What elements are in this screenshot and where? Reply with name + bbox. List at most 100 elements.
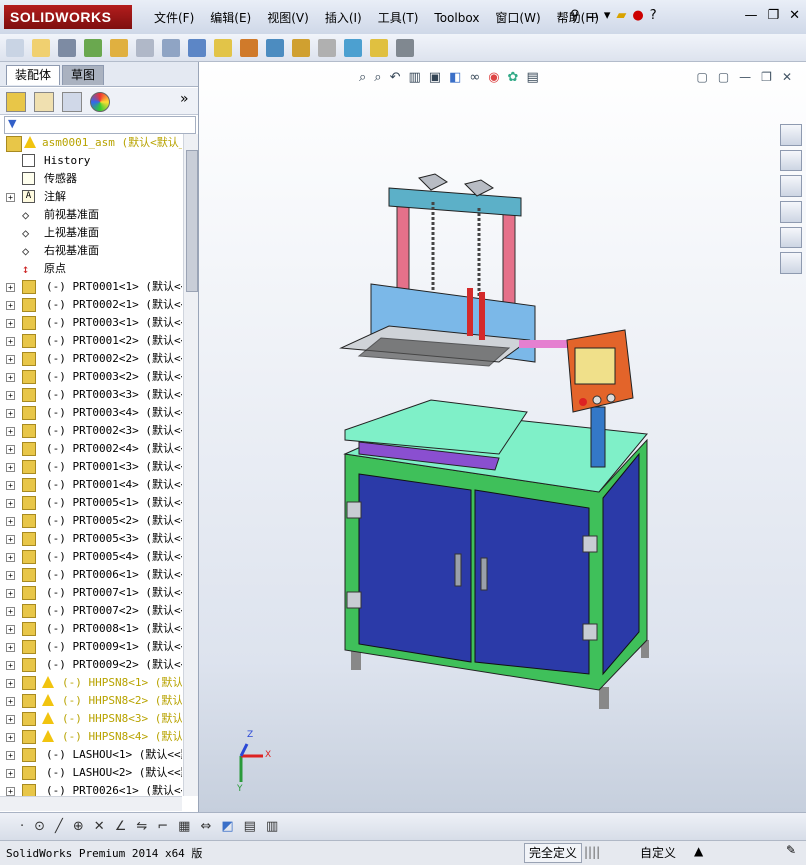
tree-item-component[interactable]: + (-) PRT0005<2> (默认<< xyxy=(0,512,182,530)
tree-vertical-scrollbar[interactable] xyxy=(183,134,198,796)
corner-icon[interactable]: ⌐ xyxy=(157,819,168,834)
expand-icon[interactable]: + xyxy=(6,769,15,778)
menu-toolbox[interactable]: Toolbox xyxy=(426,8,487,28)
expand-icon[interactable]: + xyxy=(6,319,15,328)
solidworks-resources-icon[interactable] xyxy=(780,124,802,146)
table-icon[interactable]: ▤ xyxy=(244,819,256,834)
bill-of-materials-icon[interactable] xyxy=(266,38,284,57)
angle-icon[interactable]: ∠ xyxy=(115,819,127,834)
display-manager-icon[interactable] xyxy=(90,92,110,112)
tree-item-component[interactable]: + (-) HHPSN8<3> (默认< xyxy=(0,710,182,728)
line-icon[interactable]: ╱ xyxy=(55,819,63,834)
tree-item-component[interactable]: + (-) PRT0003<4> (默认<< xyxy=(0,404,182,422)
expand-icon[interactable]: + xyxy=(6,445,15,454)
property-manager-icon[interactable] xyxy=(34,92,54,112)
dimension-icon[interactable]: ⇔ xyxy=(200,819,211,834)
help-icon[interactable]: ? xyxy=(650,8,657,23)
smart-fasteners-icon[interactable] xyxy=(110,38,128,57)
tree-horizontal-scrollbar[interactable] xyxy=(0,796,182,811)
exploded-view-icon[interactable] xyxy=(292,38,310,57)
expand-icon[interactable]: + xyxy=(6,427,15,436)
expand-icon[interactable]: + xyxy=(6,661,15,670)
close-icon[interactable]: ✕ xyxy=(789,8,800,23)
expand-icon[interactable]: + xyxy=(6,301,15,310)
new-document-icon[interactable]: ▭ xyxy=(586,8,598,23)
menu-edit[interactable]: 编辑(E) xyxy=(202,8,259,28)
expand-icon[interactable]: + xyxy=(6,391,15,400)
open-folder-icon[interactable]: ▰ xyxy=(616,8,626,23)
file-explorer-icon[interactable] xyxy=(780,175,802,198)
tab-sketch[interactable]: 草图 xyxy=(62,65,105,85)
tree-item-component[interactable]: + (-) PRT0003<3> (默认<< xyxy=(0,386,182,404)
mirror-icon[interactable]: ⇋ xyxy=(136,819,147,834)
expand-icon[interactable]: + xyxy=(6,643,15,652)
expand-icon[interactable]: + xyxy=(6,481,15,490)
expand-icon[interactable]: + xyxy=(6,733,15,742)
tree-item-component[interactable]: + (-) PRT0005<1> (默认<< xyxy=(0,494,182,512)
linear-pattern-icon[interactable] xyxy=(84,38,102,57)
grid-icon[interactable]: ▦ xyxy=(178,819,190,834)
open-icon[interactable]: ▾ xyxy=(604,8,611,23)
expand-icon[interactable]: + xyxy=(6,571,15,580)
tree-item-component[interactable]: + (-) HHPSN8<1> (默认< xyxy=(0,674,182,692)
view-palette-icon[interactable] xyxy=(780,201,802,223)
expand-icon[interactable]: + xyxy=(6,787,15,796)
tree-item-sensors[interactable]: 传感器 xyxy=(0,170,182,188)
tree-item-annotations[interactable]: + A 注解 xyxy=(0,188,182,206)
menu-insert[interactable]: 插入(I) xyxy=(317,8,370,28)
tree-item-component[interactable]: + (-) PRT0007<1> (默认<< xyxy=(0,584,182,602)
configuration-manager-icon[interactable] xyxy=(62,92,82,112)
custom-properties-icon[interactable] xyxy=(780,252,802,275)
expand-icon[interactable]: + xyxy=(6,337,15,346)
status-expand-icon[interactable]: ▲ xyxy=(694,844,703,858)
expand-icon[interactable]: + xyxy=(6,697,15,706)
menu-tools[interactable]: 工具(T) xyxy=(370,8,427,28)
scroll-thumb[interactable] xyxy=(186,150,198,292)
minimize-icon[interactable]: — xyxy=(744,8,757,23)
interference-detection-icon[interactable] xyxy=(344,38,362,57)
menu-window[interactable]: 窗口(W) xyxy=(487,8,548,28)
expand-icon[interactable]: + xyxy=(6,517,15,526)
tree-item-component[interactable]: + (-) PRT0009<1> (默认<< xyxy=(0,638,182,656)
tree-item-component[interactable]: + (-) PRT0005<4> (默认<< xyxy=(0,548,182,566)
expand-icon[interactable]: + xyxy=(6,535,15,544)
instant3d-icon[interactable] xyxy=(396,38,414,57)
tree-item-component[interactable]: + (-) PRT0003<2> (默认<< xyxy=(0,368,182,386)
tree-item-component[interactable]: + (-) PRT0001<3> (默认<< xyxy=(0,458,182,476)
table-icon[interactable]: ▥ xyxy=(266,819,278,834)
expand-icon[interactable]: + xyxy=(6,463,15,472)
tree-item-right-plane[interactable]: ◇ 右视基准面 xyxy=(0,242,182,260)
feature-manager-icon[interactable] xyxy=(6,92,26,112)
centerpoint-icon[interactable]: ⊕ xyxy=(73,819,84,834)
show-hidden-icon[interactable] xyxy=(162,38,180,57)
tree-item-component[interactable]: + (-) PRT0002<4> (默认<< xyxy=(0,440,182,458)
tree-item-origin[interactable]: ↕ 原点 xyxy=(0,260,182,278)
tree-item-component[interactable]: + (-) PRT0009<2> (默认<< xyxy=(0,656,182,674)
menu-view[interactable]: 视图(V) xyxy=(259,8,317,28)
tree-item-top-plane[interactable]: ◇ 上视基准面 xyxy=(0,224,182,242)
expand-icon[interactable]: + xyxy=(6,373,15,382)
expand-icon[interactable]: + xyxy=(6,283,15,292)
mate-icon[interactable] xyxy=(58,38,76,57)
trim-icon[interactable]: ✕ xyxy=(94,819,105,834)
expand-icon[interactable]: + xyxy=(6,499,15,508)
insert-component-icon[interactable] xyxy=(32,38,50,57)
tree-item-component[interactable]: + (-) PRT0007<2> (默认<< xyxy=(0,602,182,620)
tree-item-history[interactable]: History xyxy=(0,152,182,170)
tree-item-component[interactable]: + (-) PRT0001<1> (默认<< xyxy=(0,278,182,296)
move-component-icon[interactable] xyxy=(136,38,154,57)
status-custom[interactable]: 自定义 xyxy=(640,844,676,861)
expand-icon[interactable]: + xyxy=(6,193,15,202)
expand-icon[interactable]: + xyxy=(6,751,15,760)
tree-filter[interactable]: ▼ xyxy=(4,116,196,134)
rebuild-icon[interactable]: ● xyxy=(632,8,643,23)
tree-item-component[interactable]: + (-) HHPSN8<4> (默认< xyxy=(0,728,182,746)
expand-icon[interactable]: + xyxy=(6,715,15,724)
expand-icon[interactable]: + xyxy=(6,589,15,598)
appearances-icon[interactable] xyxy=(780,226,802,249)
tree-item-component[interactable]: + (-) PRT0005<3> (默认<< xyxy=(0,530,182,548)
expand-icon[interactable]: + xyxy=(6,355,15,364)
solidworks-logo[interactable]: SOLIDWORKS xyxy=(4,5,132,29)
tree-item-component[interactable]: + (-) PRT0003<1> (默认<< xyxy=(0,314,182,332)
tree-item-front-plane[interactable]: ◇ 前视基准面 xyxy=(0,206,182,224)
